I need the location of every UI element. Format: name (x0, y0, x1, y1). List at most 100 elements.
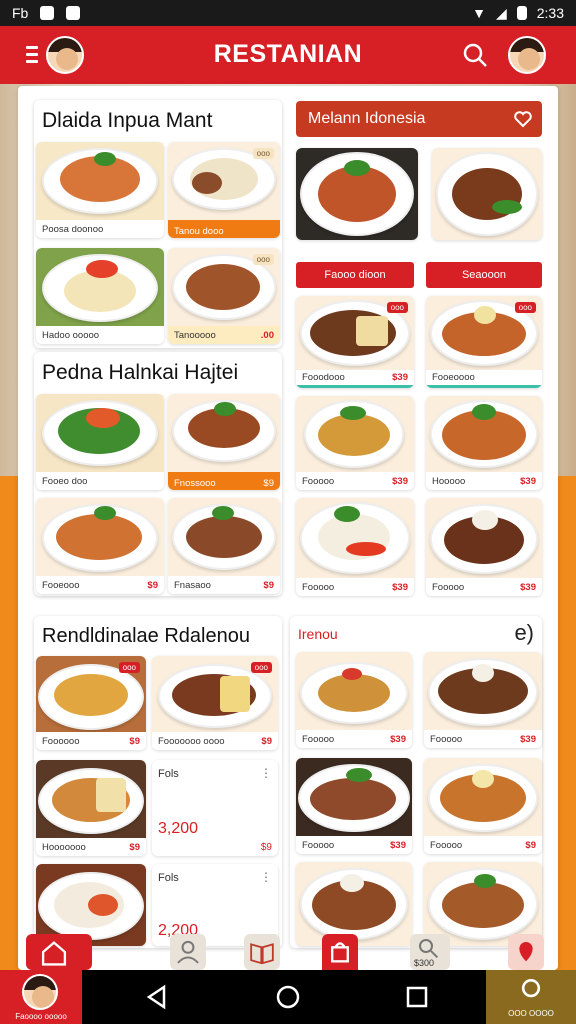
dish-tile[interactable]: Poosa doonoo (36, 142, 164, 238)
dish-price: .00 (260, 329, 274, 341)
dish-tile[interactable]: Fooooo $39 (296, 396, 414, 490)
dish-tag: ooo (118, 662, 140, 673)
dish-tile[interactable] (296, 148, 418, 240)
category-banner[interactable]: Melann Idonesia (296, 101, 542, 137)
cart-icon (331, 942, 349, 963)
dish-caption: Fooooo (302, 733, 335, 745)
dish-price: $9 (129, 735, 140, 747)
battery-icon (516, 6, 527, 20)
section-title: Dlaida Inpua Mant (42, 109, 213, 132)
dish-caption: Fooooo (432, 581, 465, 593)
nav-profile[interactable]: Faoooo ooooo (0, 970, 82, 1024)
dish-tile[interactable]: Hooooooo $9 (36, 760, 146, 856)
dish-tile[interactable]: ooo Fooodooo $39 (296, 296, 414, 388)
notification-icon (40, 6, 55, 20)
dish-price: $39 (390, 839, 406, 851)
section-badge: e) (514, 620, 534, 645)
dish-price: $39 (520, 475, 536, 487)
wifi-icon: ▼ (472, 5, 486, 21)
dish-caption: Fooooo (302, 475, 335, 487)
dish-price: $9 (129, 841, 140, 853)
dish-caption: Fooooooo oooo (158, 735, 225, 747)
dish-caption: Tanou dooo (174, 225, 224, 237)
cart-button[interactable] (322, 934, 358, 970)
dish-price: $39 (392, 372, 408, 383)
system-nav-bar: Faoooo ooooo OOO OOOO (0, 970, 576, 1024)
status-left-text: Fb (12, 5, 29, 21)
dish-tile[interactable]: Hooooo $39 (426, 396, 542, 490)
dish-tile[interactable]: ooo Fooooooo oooo $9 (152, 656, 278, 750)
dish-tile[interactable]: ooo Tanou dooo (168, 142, 280, 238)
filter-button[interactable]: Faooo dioon (296, 262, 414, 288)
notification-icon (66, 6, 81, 20)
dish-tile[interactable]: ooo Foooooo $9 (36, 656, 146, 750)
dish-tag: ooo (252, 254, 274, 265)
dish-tile[interactable] (432, 148, 542, 240)
dish-price: $9 (147, 579, 158, 591)
dish-tag: ooo (514, 302, 536, 313)
heart-icon[interactable] (514, 110, 532, 128)
detail-card[interactable]: Fols ⋮ 3,200 $9 (152, 760, 278, 856)
dish-caption: Fnossooo (174, 477, 216, 489)
dish-price: $9 (263, 579, 274, 591)
dish-tile[interactable]: ooo Fooeoooo (426, 296, 542, 388)
settings-button[interactable] (508, 934, 544, 970)
dish-tile[interactable]: Fooooo $39 (426, 498, 542, 596)
dish-caption: Poosa doonoo (42, 223, 104, 235)
dish-caption: Fooeoooo (432, 372, 475, 383)
dish-caption: Fooooo (302, 581, 335, 593)
dish-tile[interactable]: Fooooo $9 (424, 758, 542, 854)
dish-caption: Hadoo ooooo (42, 329, 100, 341)
dish-price: $9 (261, 735, 272, 747)
dish-tile[interactable]: Fooeo doo (36, 394, 164, 490)
search-button[interactable]: $300 (410, 934, 450, 970)
brand-logo-icon (521, 979, 541, 998)
nav-right-caption: OOO OOOO (508, 1009, 554, 1018)
home-circle-icon[interactable] (275, 984, 301, 1010)
user-icon (177, 940, 199, 964)
dish-tile[interactable]: Fooeooo $9 (36, 498, 164, 594)
detail-label: Fols (158, 768, 179, 780)
dish-tile[interactable]: Fooooo $39 (296, 758, 412, 854)
dish-caption: Fooodooo (302, 372, 345, 383)
dish-price: $39 (520, 581, 536, 593)
dish-caption: Foooooo (42, 735, 80, 747)
dish-caption: Tanooooo (174, 329, 216, 341)
dish-tile[interactable]: Hadoo ooooo (36, 248, 164, 344)
dish-caption: Hooooo (432, 475, 466, 487)
dish-caption: Fooooo (430, 733, 463, 745)
dish-price: $39 (392, 581, 408, 593)
dish-tile[interactable]: ooo Tanooooo .00 (168, 248, 280, 344)
book-icon (250, 943, 274, 965)
section-title: Irenou (298, 626, 338, 642)
more-options-icon[interactable]: ⋮ (260, 766, 272, 780)
dish-tile[interactable]: Fnossooo $9 (168, 394, 280, 490)
filter-button[interactable]: Seaooon (426, 262, 542, 288)
location-icon (519, 942, 533, 962)
dish-tile[interactable]: Fnasaoo $9 (168, 498, 280, 594)
dish-tile[interactable]: Fooooo $39 (296, 652, 412, 748)
search-icon[interactable] (462, 42, 488, 68)
dish-tag: ooo (252, 148, 274, 159)
nav-brand[interactable]: OOO OOOO (486, 970, 576, 1024)
account-avatar[interactable] (508, 36, 546, 74)
detail-price: $9 (260, 841, 272, 853)
dish-tag: ooo (250, 662, 272, 673)
signal-icon: ◢ (495, 4, 507, 21)
dish-price: $39 (390, 733, 406, 745)
dish-price: $39 (520, 733, 536, 745)
menu-book-button[interactable] (244, 934, 280, 970)
dish-price: $39 (392, 475, 408, 487)
more-options-icon[interactable]: ⋮ (260, 870, 272, 884)
status-bar: Fb ▼ ◢ 2:33 (0, 0, 576, 26)
dish-caption: Fooeo doo (42, 475, 88, 487)
profile-button[interactable] (170, 934, 206, 970)
recents-icon[interactable] (404, 984, 430, 1010)
dish-tag: ooo (386, 302, 408, 313)
home-button[interactable] (26, 934, 92, 970)
dish-caption: Fooeooo (42, 579, 80, 591)
app-title: RESTANIAN (213, 40, 363, 68)
dish-tile[interactable]: Fooooo $39 (296, 498, 414, 596)
dish-tile[interactable]: Fooooo $39 (424, 652, 542, 748)
back-icon[interactable] (144, 984, 170, 1010)
